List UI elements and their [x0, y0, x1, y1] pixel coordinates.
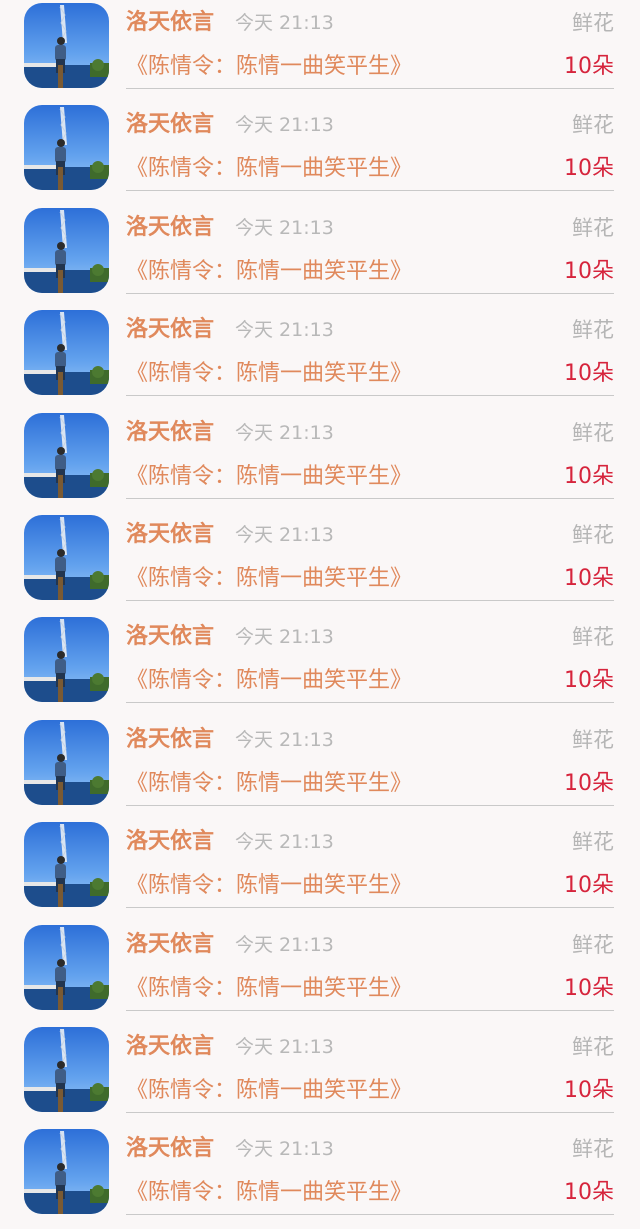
work-title[interactable]: 《陈情令：陈情一曲笑平生》 [126, 359, 412, 389]
row-divider [126, 1214, 614, 1216]
gift-time: 今天 21:13 [235, 933, 334, 956]
gift-time: 今天 21:13 [235, 421, 334, 444]
gift-record-row[interactable]: 洛天依言 今天 21:13 鲜花 《陈情令：陈情一曲笑平生》 10朵 [0, 717, 640, 819]
gift-record-row[interactable]: 洛天依言 今天 21:13 鲜花 《陈情令：陈情一曲笑平生》 10朵 [0, 102, 640, 204]
gift-time: 今天 21:13 [235, 319, 334, 342]
gift-record-row[interactable]: 洛天依言 今天 21:13 鲜花 《陈情令：陈情一曲笑平生》 10朵 [0, 1024, 640, 1126]
gift-time: 今天 21:13 [235, 1138, 334, 1161]
work-title[interactable]: 《陈情令：陈情一曲笑平生》 [126, 257, 412, 287]
user-avatar[interactable] [24, 3, 109, 88]
username: 洛天依言 [126, 112, 215, 138]
gift-amount: 10朵 [564, 770, 614, 796]
gift-record-row[interactable]: 洛天依言 今天 21:13 鲜花 《陈情令：陈情一曲笑平生》 10朵 [0, 0, 640, 102]
gift-time: 今天 21:13 [235, 626, 334, 649]
work-title[interactable]: 《陈情令：陈情一曲笑平生》 [126, 666, 412, 696]
user-avatar[interactable] [24, 310, 109, 396]
gift-type: 鲜花 [572, 1034, 614, 1059]
gift-time: 今天 21:13 [235, 523, 334, 546]
gift-type: 鲜花 [572, 11, 614, 35]
gift-record-list[interactable]: 洛天依言 今天 21:13 鲜花 《陈情令：陈情一曲笑平生》 10朵 洛天依言 … [0, 0, 640, 1229]
gift-record-row[interactable]: 洛天依言 今天 21:13 鲜花 《陈情令：陈情一曲笑平生》 10朵 [0, 614, 640, 716]
work-title[interactable]: 《陈情令：陈情一曲笑平生》 [126, 154, 412, 184]
username: 洛天依言 [126, 1033, 215, 1059]
work-title[interactable]: 《陈情令：陈情一曲笑平生》 [126, 52, 412, 82]
gift-time: 今天 21:13 [235, 831, 334, 854]
work-title[interactable]: 《陈情令：陈情一曲笑平生》 [126, 871, 412, 901]
gift-time: 今天 21:13 [235, 216, 334, 239]
work-title[interactable]: 《陈情令：陈情一曲笑平生》 [126, 462, 412, 492]
gift-type: 鲜花 [572, 625, 614, 650]
gift-record-row[interactable]: 洛天依言 今天 21:13 鲜花 《陈情令：陈情一曲笑平生》 10朵 [0, 922, 640, 1024]
user-avatar[interactable] [24, 719, 109, 805]
gift-amount: 10朵 [564, 54, 614, 79]
gift-type: 鲜花 [572, 1137, 614, 1162]
gift-amount: 10朵 [564, 975, 614, 1001]
work-title[interactable]: 《陈情令：陈情一曲笑平生》 [126, 769, 412, 799]
gift-type: 鲜花 [572, 113, 614, 138]
row-divider [126, 599, 614, 601]
row-divider [126, 1111, 614, 1113]
user-avatar[interactable] [24, 207, 109, 293]
user-avatar[interactable] [24, 105, 109, 191]
gift-record-row[interactable]: 洛天依言 今天 21:13 鲜花 《陈情令：陈情一曲笑平生》 10朵 [0, 512, 640, 614]
row-divider [126, 190, 614, 192]
row-divider [126, 497, 614, 499]
username: 洛天依言 [126, 419, 215, 445]
username: 洛天依言 [126, 624, 215, 650]
work-title[interactable]: 《陈情令：陈情一曲笑平生》 [126, 974, 412, 1004]
gift-amount: 10朵 [564, 565, 614, 591]
row-divider [126, 804, 614, 806]
gift-record-row[interactable]: 洛天依言 今天 21:13 鲜花 《陈情令：陈情一曲笑平生》 10朵 [0, 410, 640, 512]
row-divider [126, 1009, 614, 1011]
gift-type: 鲜花 [572, 522, 614, 547]
work-title[interactable]: 《陈情令：陈情一曲笑平生》 [126, 1076, 412, 1106]
gift-time: 今天 21:13 [235, 1035, 334, 1058]
username: 洛天依言 [126, 726, 215, 752]
work-title[interactable]: 《陈情令：陈情一曲笑平生》 [126, 1178, 412, 1208]
username: 洛天依言 [126, 10, 215, 35]
gift-type: 鲜花 [572, 727, 614, 752]
username: 洛天依言 [126, 1136, 215, 1162]
gift-time: 今天 21:13 [235, 114, 334, 137]
user-avatar[interactable] [24, 617, 109, 703]
username: 洛天依言 [126, 829, 215, 855]
gift-amount: 10朵 [564, 1077, 614, 1103]
username: 洛天依言 [126, 931, 215, 957]
gift-type: 鲜花 [572, 318, 614, 343]
gift-amount: 10朵 [564, 156, 614, 182]
gift-amount: 10朵 [564, 463, 614, 489]
user-avatar[interactable] [24, 924, 109, 1010]
gift-record-row[interactable]: 洛天依言 今天 21:13 鲜花 《陈情令：陈情一曲笑平生》 10朵 [0, 819, 640, 921]
user-avatar[interactable] [24, 1026, 109, 1112]
gift-amount: 10朵 [564, 668, 614, 694]
gift-type: 鲜花 [572, 932, 614, 957]
gift-record-row[interactable]: 洛天依言 今天 21:13 鲜花 《陈情令：陈情一曲笑平生》 10朵 [0, 307, 640, 409]
row-divider [126, 292, 614, 294]
username: 洛天依言 [126, 317, 215, 343]
work-title[interactable]: 《陈情令：陈情一曲笑平生》 [126, 564, 412, 594]
user-avatar[interactable] [24, 514, 109, 600]
gift-amount: 10朵 [564, 873, 614, 899]
gift-record-row[interactable]: 洛天依言 今天 21:13 鲜花 《陈情令：陈情一曲笑平生》 10朵 [0, 205, 640, 307]
gift-time: 今天 21:13 [235, 12, 334, 34]
user-avatar[interactable] [24, 412, 109, 498]
row-divider [126, 907, 614, 909]
user-avatar[interactable] [24, 822, 109, 908]
gift-amount: 10朵 [564, 258, 614, 284]
row-divider [126, 395, 614, 397]
gift-type: 鲜花 [572, 420, 614, 445]
username: 洛天依言 [126, 521, 215, 547]
user-avatar[interactable] [24, 1129, 109, 1215]
row-divider [126, 88, 614, 89]
gift-type: 鲜花 [572, 830, 614, 855]
gift-amount: 10朵 [564, 1180, 614, 1206]
gift-time: 今天 21:13 [235, 728, 334, 751]
gift-type: 鲜花 [572, 215, 614, 240]
row-divider [126, 702, 614, 704]
username: 洛天依言 [126, 214, 215, 240]
gift-amount: 10朵 [564, 361, 614, 387]
gift-record-row[interactable]: 洛天依言 今天 21:13 鲜花 《陈情令：陈情一曲笑平生》 10朵 [0, 1126, 640, 1228]
